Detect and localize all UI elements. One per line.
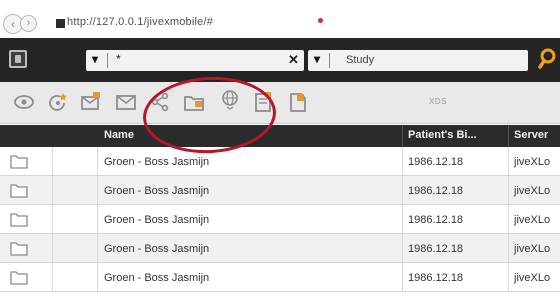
- table-row[interactable]: Groen - Boss Jasmijn 1986.12.18 jiveXLo: [0, 176, 560, 205]
- cell-server: jiveXLo: [514, 156, 551, 168]
- search-bar: ▾ * ✕ ▾ Study: [0, 38, 560, 82]
- cell-divider: [402, 147, 403, 176]
- document-icon[interactable]: [252, 91, 274, 113]
- favicon-icon: [56, 19, 65, 28]
- cell-divider: [402, 263, 403, 292]
- mail-send-icon[interactable]: [80, 91, 102, 113]
- forward-button[interactable]: ›: [20, 15, 37, 32]
- cell-divider: [402, 176, 403, 205]
- browser-address-bar: ‹ › http://127.0.0.1/jivexmobile/#: [0, 11, 560, 37]
- cell-server: jiveXLo: [514, 243, 551, 255]
- field-separator: [107, 53, 108, 68]
- cell-divider: [97, 176, 98, 205]
- cell-birth: 1986.12.18: [408, 272, 464, 284]
- study-search-placeholder[interactable]: Study: [346, 54, 374, 66]
- toolbar: XDS: [0, 82, 560, 124]
- folder-icon: [9, 267, 29, 287]
- cell-divider: [97, 205, 98, 234]
- patient-search-value[interactable]: *: [116, 52, 121, 66]
- chevron-down-icon[interactable]: ▾: [314, 52, 320, 66]
- study-search-field[interactable]: ▾ Study: [308, 50, 528, 71]
- folder-icon: [9, 209, 29, 229]
- web-export-icon[interactable]: [219, 88, 241, 116]
- mail-icon[interactable]: [115, 91, 137, 113]
- cell-birth: 1986.12.18: [408, 185, 464, 197]
- folder-export-icon[interactable]: [183, 91, 205, 113]
- cell-server: jiveXLo: [514, 272, 551, 284]
- cell-divider: [508, 205, 509, 234]
- app-logo-icon[interactable]: [9, 50, 27, 68]
- table-row[interactable]: Groen - Boss Jasmijn 1986.12.18 jiveXLo: [0, 205, 560, 234]
- cell-divider: [508, 176, 509, 205]
- url-text[interactable]: http://127.0.0.1/jivexmobile/#: [67, 16, 213, 28]
- patient-search-field[interactable]: ▾ * ✕: [86, 50, 304, 71]
- cell-birth: 1986.12.18: [408, 156, 464, 168]
- column-divider: [508, 125, 509, 147]
- cell-divider: [508, 147, 509, 176]
- table-header: Name Patient's Bi... Server: [0, 125, 560, 147]
- cell-divider: [52, 176, 53, 205]
- cell-name: Groen - Boss Jasmijn: [104, 272, 210, 284]
- table-row[interactable]: Groen - Boss Jasmijn 1986.12.18 jiveXLo: [0, 147, 560, 176]
- cell-divider: [97, 263, 98, 292]
- cell-birth: 1986.12.18: [408, 243, 464, 255]
- cell-name: Groen - Boss Jasmijn: [104, 214, 210, 226]
- cell-divider: [52, 263, 53, 292]
- column-server[interactable]: Server: [514, 129, 548, 141]
- folder-icon: [9, 151, 29, 171]
- folder-image-icon[interactable]: [287, 91, 309, 113]
- cell-birth: 1986.12.18: [408, 214, 464, 226]
- clear-icon[interactable]: ✕: [288, 52, 299, 68]
- refresh-star-icon[interactable]: [47, 91, 69, 113]
- share-icon[interactable]: [149, 91, 171, 113]
- column-name[interactable]: Name: [104, 129, 134, 141]
- cell-divider: [52, 234, 53, 263]
- cell-name: Groen - Boss Jasmijn: [104, 185, 210, 197]
- table-row[interactable]: Groen - Boss Jasmijn 1986.12.18 jiveXLo: [0, 234, 560, 263]
- cell-divider: [52, 205, 53, 234]
- cell-divider: [97, 147, 98, 176]
- cell-divider: [508, 234, 509, 263]
- cell-name: Groen - Boss Jasmijn: [104, 243, 210, 255]
- cell-divider: [97, 234, 98, 263]
- cell-divider: [52, 147, 53, 176]
- folder-icon: [9, 238, 29, 258]
- annotation-dot: [318, 18, 323, 23]
- folder-icon: [9, 180, 29, 200]
- cell-server: jiveXLo: [514, 185, 551, 197]
- table-row[interactable]: Groen - Boss Jasmijn 1986.12.18 jiveXLo: [0, 263, 560, 292]
- cell-divider: [402, 234, 403, 263]
- xds-label[interactable]: XDS: [429, 97, 447, 106]
- column-divider: [402, 125, 403, 147]
- cell-divider: [508, 263, 509, 292]
- chevron-down-icon[interactable]: ▾: [92, 52, 98, 66]
- search-icon[interactable]: [538, 47, 560, 71]
- eye-icon[interactable]: [13, 91, 35, 113]
- column-birth[interactable]: Patient's Bi...: [408, 129, 477, 141]
- cell-name: Groen - Boss Jasmijn: [104, 156, 210, 168]
- cell-server: jiveXLo: [514, 214, 551, 226]
- field-separator: [329, 53, 330, 68]
- cell-divider: [402, 205, 403, 234]
